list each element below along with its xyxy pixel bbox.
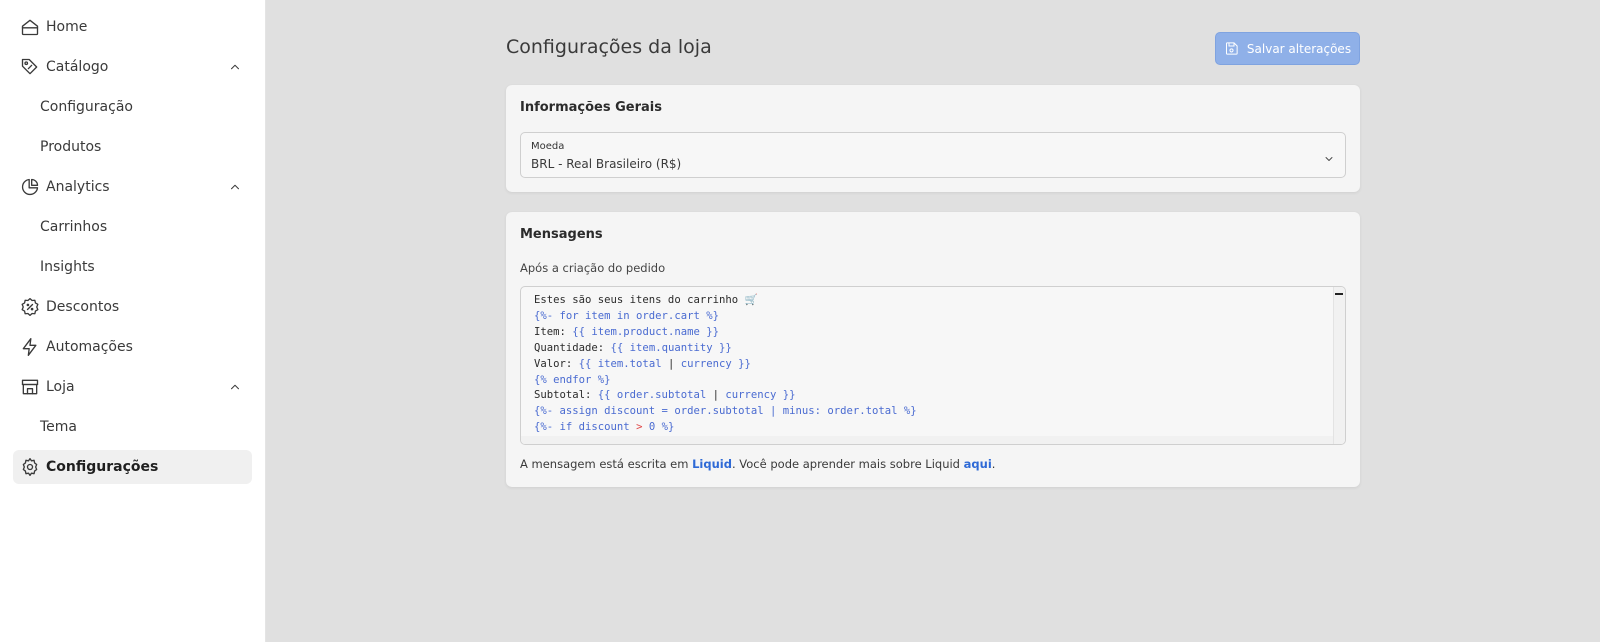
learn-more-link[interactable]: aqui bbox=[964, 457, 992, 471]
gear-icon bbox=[20, 457, 40, 477]
save-button-label: Salvar alterações bbox=[1246, 41, 1352, 56]
currency-value: BRL - Real Brasileiro (R$) bbox=[531, 157, 682, 171]
chevron-up-icon bbox=[228, 180, 242, 194]
sidebar-item-configuracoes[interactable]: Configurações bbox=[13, 450, 252, 484]
sidebar-item-insights[interactable]: Insights bbox=[13, 250, 252, 284]
sidebar-item-produtos[interactable]: Produtos bbox=[13, 130, 252, 164]
message-code-editor[interactable]: Estes são seus itens do carrinho 🛒 {%- fo… bbox=[520, 286, 1346, 445]
sidebar-item-automacoes[interactable]: Automações bbox=[13, 330, 252, 364]
chevron-down-icon bbox=[1323, 150, 1335, 162]
editor-horizontal-scrollbar[interactable] bbox=[521, 436, 1333, 444]
editor-scrollbar[interactable] bbox=[1333, 287, 1345, 444]
code-line: Subtotal: {{ order.subtotal | currency }… bbox=[534, 389, 796, 402]
page-title: Configurações da loja bbox=[506, 36, 712, 58]
help-middle: . Você pode aprender mais sobre Liquid bbox=[731, 457, 964, 471]
code-line: {% endfor %} bbox=[534, 373, 611, 386]
sidebar-item-configuracao[interactable]: Configuração bbox=[13, 90, 252, 124]
code-line: {%- if discount > 0 %} bbox=[534, 421, 675, 434]
sidebar-item-label: Descontos bbox=[46, 299, 120, 315]
code-content: Estes são seus itens do carrinho 🛒 {%- fo… bbox=[534, 293, 917, 436]
general-info-title: Informações Gerais bbox=[520, 100, 662, 115]
scroll-thumb[interactable] bbox=[1335, 293, 1343, 295]
code-line: {%- assign discount = order.subtotal | m… bbox=[534, 405, 917, 418]
save-icon bbox=[1225, 42, 1238, 55]
sidebar-item-analytics[interactable]: Analytics bbox=[13, 170, 252, 204]
chevron-up-icon bbox=[228, 380, 242, 394]
code-line: {%- for item in order.cart %} bbox=[534, 309, 719, 322]
tag-icon bbox=[20, 57, 40, 77]
sidebar-item-label: Loja bbox=[46, 379, 75, 395]
sidebar: Home Catálogo Configuração Produtos Anal… bbox=[0, 0, 266, 642]
sidebar-item-label: Configurações bbox=[46, 459, 159, 475]
sidebar-item-tema[interactable]: Tema bbox=[13, 410, 252, 444]
code-line: Item: {{ item.product.name }} bbox=[534, 325, 719, 338]
currency-select[interactable]: Moeda BRL - Real Brasileiro (R$) bbox=[520, 132, 1346, 178]
order-created-label: Após a criação do pedido bbox=[520, 261, 666, 275]
code-line: Valor: {{ item.total | currency }} bbox=[534, 357, 751, 370]
home-icon bbox=[20, 17, 40, 37]
sidebar-item-catalogo[interactable]: Catálogo bbox=[13, 50, 252, 84]
sidebar-item-label: Catálogo bbox=[46, 59, 109, 75]
sidebar-item-label: Home bbox=[46, 19, 88, 35]
messages-title: Mensagens bbox=[520, 227, 603, 242]
save-button[interactable]: Salvar alterações bbox=[1215, 32, 1360, 65]
help-suffix: . bbox=[991, 457, 996, 471]
code-line: Quantidade: {{ item.quantity }} bbox=[534, 341, 732, 354]
currency-label: Moeda bbox=[531, 141, 565, 152]
store-icon bbox=[20, 377, 40, 397]
lightning-icon bbox=[20, 337, 40, 357]
sidebar-item-home[interactable]: Home bbox=[13, 10, 252, 44]
chevron-up-icon bbox=[228, 60, 242, 74]
sidebar-item-loja[interactable]: Loja bbox=[13, 370, 252, 404]
general-info-card: Informações Gerais Moeda BRL - Real Bras… bbox=[506, 85, 1360, 192]
sidebar-item-carrinhos[interactable]: Carrinhos bbox=[13, 210, 252, 244]
pie-chart-icon bbox=[20, 177, 40, 197]
help-prefix: A mensagem está escrita em bbox=[520, 457, 693, 471]
liquid-help-text: A mensagem está escrita em Liquid. Você … bbox=[520, 457, 995, 471]
code-line: Estes são seus itens do carrinho 🛒 bbox=[534, 294, 758, 306]
sidebar-item-descontos[interactable]: Descontos bbox=[13, 290, 252, 324]
sidebar-item-label: Automações bbox=[46, 339, 133, 355]
sidebar-item-label: Analytics bbox=[46, 179, 110, 195]
main-content: Configurações da loja Salvar alterações … bbox=[266, 0, 1600, 642]
discount-badge-icon bbox=[20, 297, 40, 317]
liquid-link[interactable]: Liquid bbox=[692, 457, 732, 471]
messages-card: Mensagens Após a criação do pedido Estes… bbox=[506, 212, 1360, 487]
